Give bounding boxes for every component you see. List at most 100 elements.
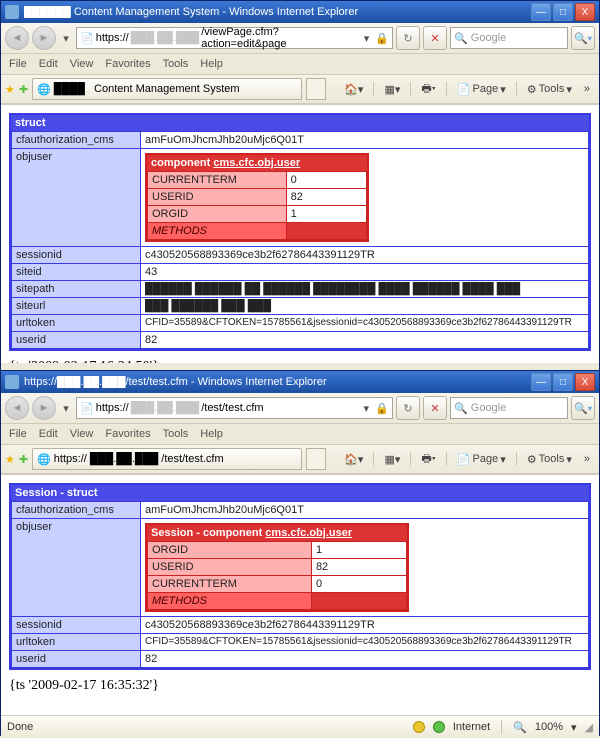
search-go[interactable]: 🔍▾ [571, 396, 595, 420]
zoom-label: 100% [535, 721, 563, 733]
history-dropdown[interactable]: ▾ [59, 32, 73, 45]
browser-window-2: https://███.██.███/test/test.cfm - Windo… [0, 370, 600, 736]
tools-menu[interactable]: ⚙ Tools ▾ [522, 448, 577, 470]
menu-view[interactable]: View [70, 428, 94, 440]
component-header: component cms.cfc.obj.user [147, 155, 367, 171]
back-button[interactable]: ◄ [5, 396, 29, 420]
menu-help[interactable]: Help [200, 428, 223, 440]
security-icon [413, 721, 425, 733]
add-favorite-icon[interactable]: ✚ [19, 453, 28, 466]
home-button[interactable]: 🏠▾ [339, 448, 368, 470]
address-bar[interactable]: 📄 https://███.██.███/test/test.cfm ▾ 🔒 [76, 397, 393, 419]
page-menu[interactable]: 📄 Page ▾ [452, 78, 511, 100]
home-button[interactable]: 🏠▾ [339, 78, 368, 100]
row-sessionid: sessionidc430520568893369ce3b2f627864433… [12, 617, 589, 634]
tab[interactable]: 🌐 https://███.██.███/test/test.cfm [32, 448, 302, 470]
titlebar[interactable]: ██████ Content Management System - Windo… [1, 1, 599, 23]
chevron-button[interactable]: » [579, 78, 595, 100]
browser-window-1: ██████ Content Management System - Windo… [0, 0, 600, 370]
forward-button[interactable]: ► [32, 396, 56, 420]
page-menu[interactable]: 📄 Page ▾ [452, 448, 511, 470]
search-box[interactable]: 🔍 Google [450, 27, 568, 49]
new-tab-button[interactable] [306, 78, 326, 100]
menu-favorites[interactable]: Favorites [105, 428, 150, 440]
minimize-button[interactable]: — [531, 3, 551, 21]
row-urltoken: urltokenCFID=35589&CFTOKEN=15785561&jses… [12, 634, 589, 651]
refresh-button[interactable]: ↻ [396, 396, 420, 420]
forward-button[interactable]: ► [32, 26, 56, 50]
menu-help[interactable]: Help [200, 58, 223, 70]
search-go[interactable]: 🔍▾ [571, 26, 595, 50]
timestamp: {ts '2009-02-17 16:34:50'} [1, 359, 599, 363]
url-host-blur: ███.██.███ [131, 32, 199, 44]
component-header: Session - component cms.cfc.obj.user [147, 525, 407, 541]
stop-button[interactable]: ✕ [423, 26, 447, 50]
zoom-dropdown[interactable]: ▾ [571, 721, 577, 734]
feeds-button[interactable]: ▦▾ [379, 448, 405, 470]
timestamp: {ts '2009-02-17 16:35:32'} [1, 678, 599, 700]
addr-dropdown[interactable]: ▾ [359, 402, 373, 415]
tab-ie-icon: 🌐 [37, 453, 51, 466]
resize-grip[interactable]: ◢ [585, 721, 593, 734]
row-cfauth: cfauthorization_cmsamFuOmJhcmJhb20uMjc6Q… [12, 132, 589, 149]
maximize-button[interactable]: □ [553, 373, 573, 391]
menu-tools[interactable]: Tools [163, 58, 189, 70]
addr-dropdown[interactable]: ▾ [360, 32, 373, 45]
favorites-icon[interactable]: ★ [5, 453, 15, 466]
tab-bar: ★ ✚ 🌐 ████ Content Management System 🏠▾ … [1, 75, 599, 104]
tab-label: /test/test.cfm [161, 453, 223, 465]
window-title: ██████ Content Management System - Windo… [24, 6, 531, 18]
stop-button[interactable]: ✕ [423, 396, 447, 420]
close-button[interactable]: X [575, 373, 595, 391]
nav-bar: ◄ ► ▾ 📄 https://███.██.███/test/test.cfm… [1, 393, 599, 424]
tools-menu[interactable]: ⚙ Tools ▾ [522, 78, 577, 100]
tab-bar: ★ ✚ 🌐 https://███.██.███/test/test.cfm 🏠… [1, 445, 599, 474]
menu-edit[interactable]: Edit [39, 58, 58, 70]
struct-dump: struct cfauthorization_cmsamFuOmJhcmJhb2… [9, 113, 591, 351]
menu-favorites[interactable]: Favorites [105, 58, 150, 70]
search-box[interactable]: 🔍 Google [450, 397, 568, 419]
url-scheme: https:// [96, 32, 129, 44]
dump-header: Session - struct [11, 485, 589, 501]
tab-label: Content Management System [94, 83, 240, 95]
component-link[interactable]: cms.cfc.obj.user [213, 157, 300, 169]
row-objuser: objuser Session - component cms.cfc.obj.… [12, 519, 589, 617]
zone-icon [433, 721, 445, 733]
address-bar[interactable]: 📄 https://███.██.███/viewPage.cfm?action… [76, 27, 393, 49]
menu-bar: File Edit View Favorites Tools Help [1, 424, 599, 445]
url-host-blur: ███.██.███ [131, 402, 199, 414]
dump-header: struct [11, 115, 589, 131]
menu-file[interactable]: File [9, 58, 27, 70]
minimize-button[interactable]: — [531, 373, 551, 391]
feeds-button[interactable]: ▦▾ [379, 78, 405, 100]
back-button[interactable]: ◄ [5, 26, 29, 50]
refresh-button[interactable]: ↻ [396, 26, 420, 50]
new-tab-button[interactable] [306, 448, 326, 470]
row-sessionid: sessionidc430520568893369ce3b2f627864433… [12, 247, 589, 264]
menu-view[interactable]: View [70, 58, 94, 70]
print-button[interactable]: 🖶▾ [416, 78, 440, 100]
print-button[interactable]: 🖶▾ [416, 448, 440, 470]
tab[interactable]: 🌐 ████ Content Management System [32, 78, 302, 100]
window-title: https://███.██.███/test/test.cfm - Windo… [24, 376, 531, 388]
url-scheme: https:// [96, 402, 129, 414]
tab-ie-icon: 🌐 [37, 83, 51, 96]
component-link[interactable]: cms.cfc.obj.user [265, 527, 352, 539]
nav-bar: ◄ ► ▾ 📄 https://███.██.███/viewPage.cfm?… [1, 23, 599, 54]
history-dropdown[interactable]: ▾ [59, 402, 73, 415]
menu-tools[interactable]: Tools [163, 428, 189, 440]
favorites-icon[interactable]: ★ [5, 83, 15, 96]
status-text: Done [7, 721, 33, 733]
zoom-icon[interactable]: 🔍 [513, 721, 527, 734]
close-button[interactable]: X [575, 3, 595, 21]
titlebar[interactable]: https://███.██.███/test/test.cfm - Windo… [1, 371, 599, 393]
maximize-button[interactable]: □ [553, 3, 573, 21]
chevron-button[interactable]: » [579, 448, 595, 470]
component-dump: Session - component cms.cfc.obj.user ORG… [145, 523, 409, 612]
menu-bar: File Edit View Favorites Tools Help [1, 54, 599, 75]
page-icon: 📄 [80, 32, 94, 45]
menu-edit[interactable]: Edit [39, 428, 58, 440]
add-favorite-icon[interactable]: ✚ [19, 83, 28, 96]
menu-file[interactable]: File [9, 428, 27, 440]
row-cfauth: cfauthorization_cmsamFuOmJhcmJhb20uMjc6Q… [12, 502, 589, 519]
